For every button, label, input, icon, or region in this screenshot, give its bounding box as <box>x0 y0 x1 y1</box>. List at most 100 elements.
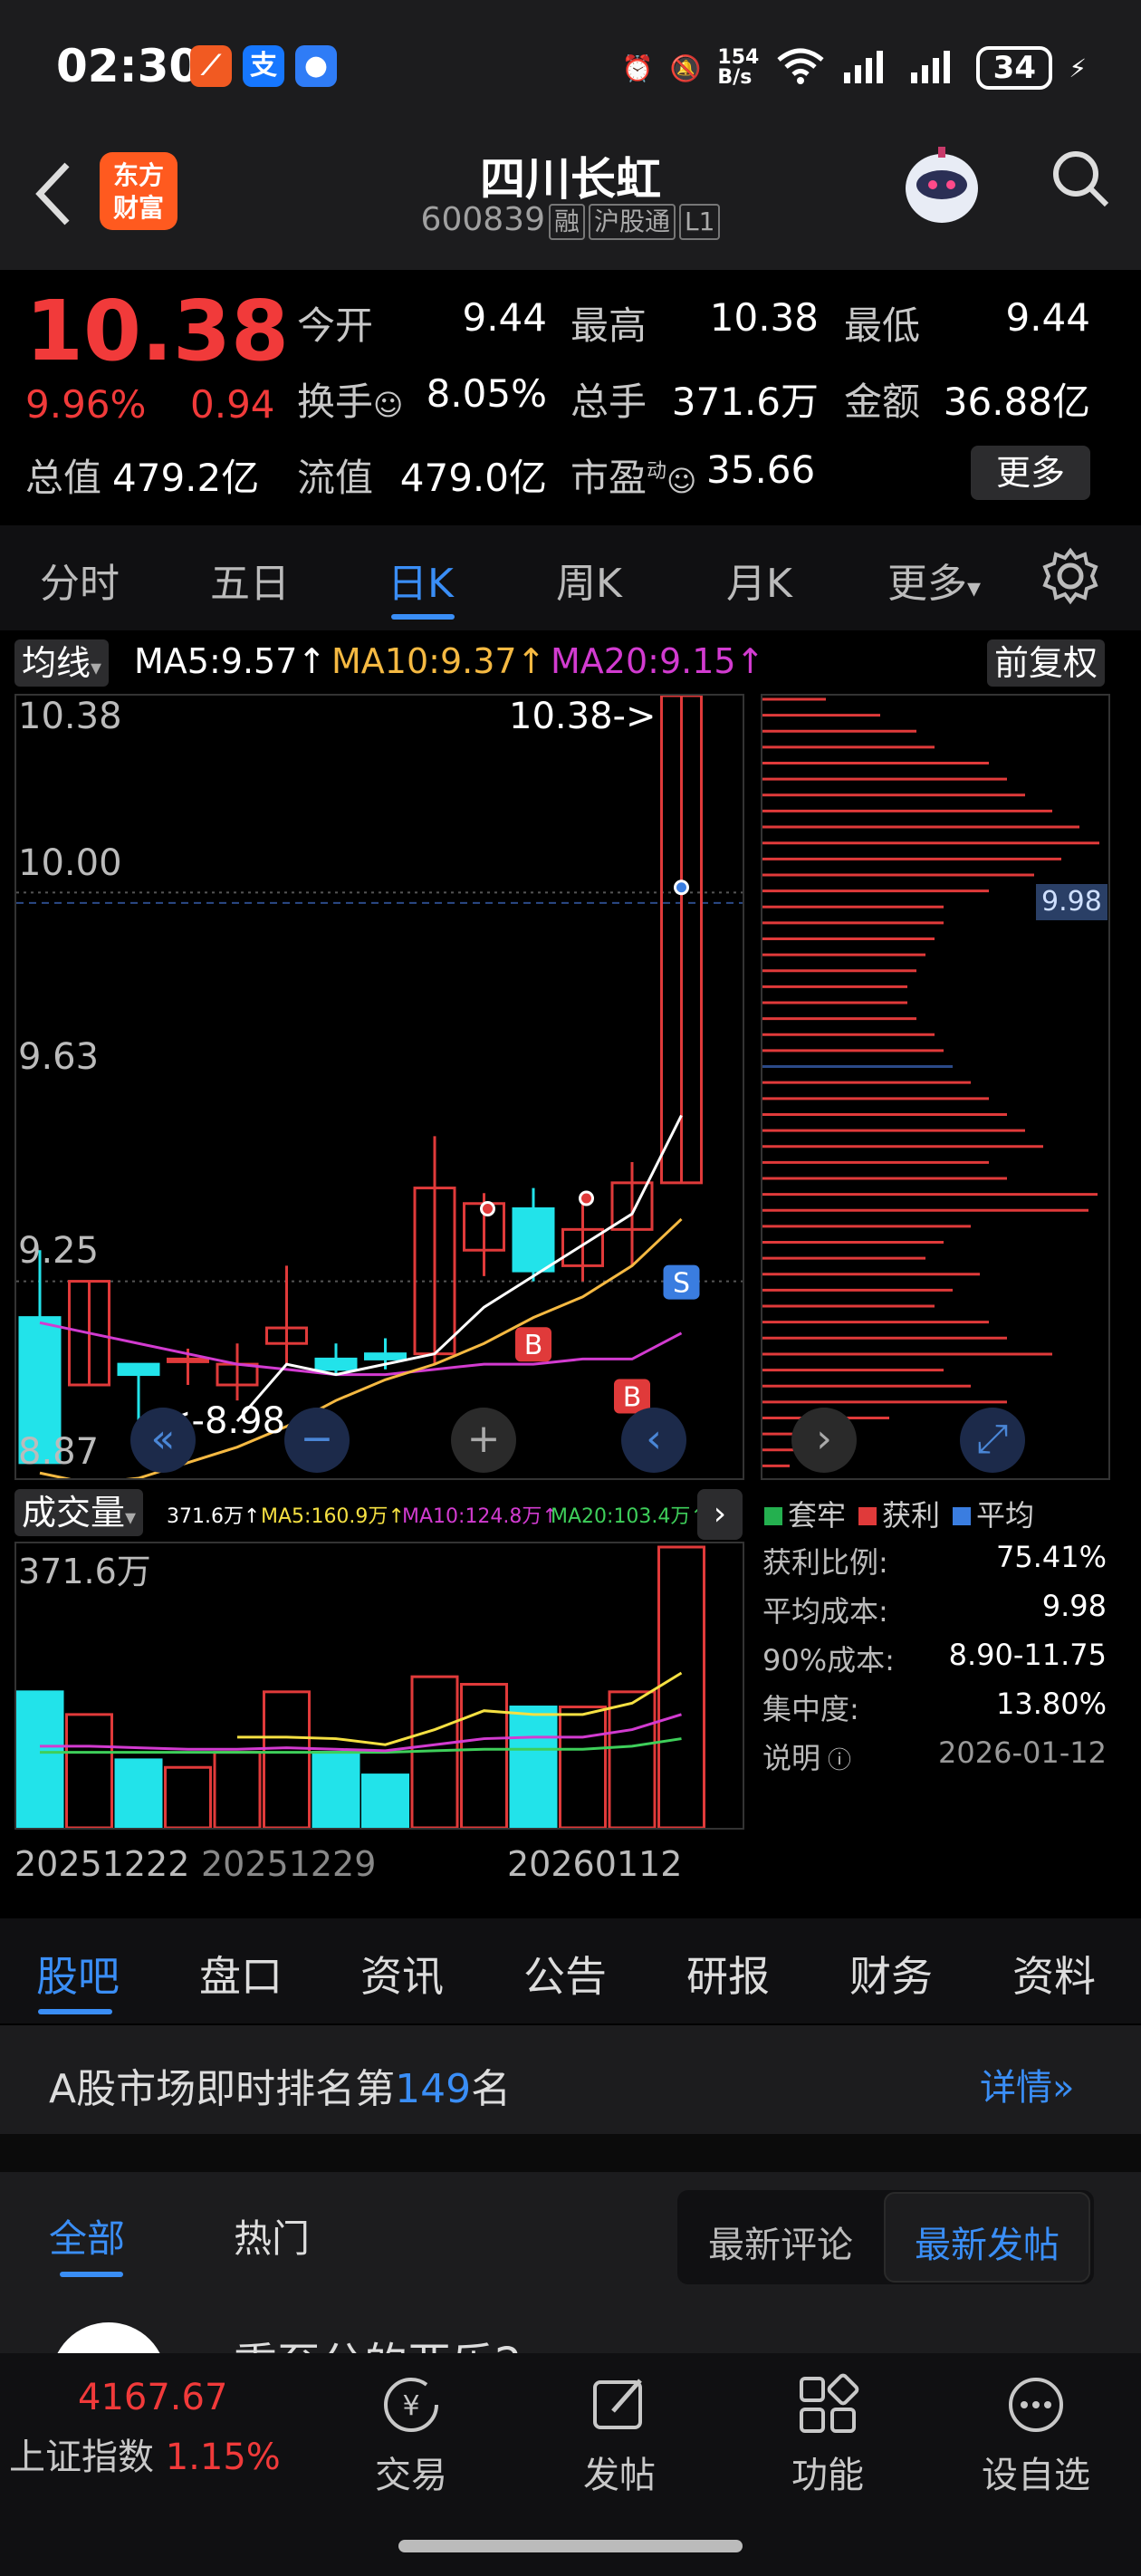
volume-selector[interactable]: 成交量▾ <box>14 1489 144 1536</box>
nav-watchlist[interactable]: 设自选 <box>973 2373 1099 2498</box>
tab-announcements[interactable]: 公告 <box>523 1944 607 2004</box>
status-icons: ⏰ 🔕 154 B/s 34 ⚡ <box>622 43 1087 92</box>
clock: 02:30 <box>56 40 201 92</box>
info-circle-icon[interactable]: ⓘ <box>828 1747 851 1774</box>
high-value: 10.38 <box>709 295 819 340</box>
kline-tabs: 分时 五日 日K 周K 月K 更多▾ <box>0 525 1141 630</box>
y-label-2: 10.00 <box>18 842 122 884</box>
tag-connect: 沪股通 <box>589 204 676 240</box>
y-label-min: 8.87 <box>18 1431 100 1473</box>
nav-trade[interactable]: ¥ 交易 <box>348 2373 475 2498</box>
feed-tab-all[interactable]: 全部 <box>49 2208 125 2264</box>
volume-bar-10 <box>509 1706 558 1830</box>
volume-bar-9 <box>460 1682 508 1830</box>
turnover-label: 换手☺ <box>297 380 404 424</box>
charging-icon: ⚡ <box>1069 53 1087 83</box>
svg-text:¥: ¥ <box>402 2390 419 2422</box>
event-dot-2 <box>579 1190 594 1206</box>
volume-ma10: MA10:124.8万↑ <box>402 1505 559 1528</box>
volume-ma10-line <box>40 1713 682 1753</box>
volume-bar-0 <box>15 1690 64 1830</box>
tab-profile[interactable]: 资料 <box>1012 1944 1096 2004</box>
zoom-out-icon[interactable]: − <box>284 1408 350 1473</box>
chip-next-icon[interactable]: › <box>791 1408 857 1473</box>
tab-intraday[interactable]: 分时 <box>40 551 120 609</box>
y-label-max: 10.38 <box>18 696 122 737</box>
volume-bar-3 <box>164 1765 212 1830</box>
nav-post[interactable]: 发帖 <box>556 2373 683 2498</box>
mcap-label: 总值 <box>25 456 102 500</box>
scroll-left-icon[interactable]: ‹ <box>621 1408 686 1473</box>
avg-price-dot <box>674 879 689 896</box>
message-icon: ● <box>295 45 337 87</box>
low-label: 最低 <box>844 303 921 348</box>
edit-icon <box>588 2373 651 2437</box>
tab-more[interactable]: 更多▾ <box>887 551 981 609</box>
expand-icon[interactable]: ⤢ <box>960 1408 1025 1473</box>
alarm-icon: ⏰ <box>621 53 654 83</box>
pe-value: 35.66 <box>706 447 816 492</box>
candle-body-3 <box>167 1357 209 1363</box>
candle-body-6 <box>314 1357 358 1371</box>
sort-latest-post[interactable]: 最新发帖 <box>915 2216 1060 2268</box>
volume-chart[interactable]: 371.6万 <box>14 1542 744 1830</box>
volume-bar-1 <box>65 1713 113 1830</box>
event-dot-1 <box>480 1200 495 1216</box>
kline-svg: B B S <box>16 694 743 1485</box>
volume-bar-11 <box>559 1706 607 1830</box>
pe-info-icon[interactable]: ☺ <box>666 464 696 498</box>
chevron-right-icon[interactable]: › <box>697 1489 743 1540</box>
stock-header: 东方 财富 四川长虹 600839 融沪股通 L1 <box>0 136 1141 270</box>
more-button[interactable]: 更多 <box>971 446 1090 500</box>
alipay-icon: 支 <box>243 45 284 87</box>
rank-detail-link[interactable]: 详情» <box>980 2058 1074 2110</box>
tab-daily-k[interactable]: 日K <box>388 551 454 609</box>
tab-orderbook[interactable]: 盘口 <box>199 1944 283 2004</box>
turnover-value: 8.05% <box>426 371 547 416</box>
tab-research[interactable]: 研报 <box>686 1944 770 2004</box>
adjust-button[interactable]: 前复权 <box>987 639 1106 687</box>
chip-distribution: 9.98 › ⤢ <box>761 694 1110 1480</box>
explain-row[interactable]: 说明 ⓘ 2026-01-12 <box>762 1735 1107 1777</box>
caret-down-icon: ▾ <box>967 572 982 604</box>
info-icon[interactable]: ☺ <box>373 388 403 422</box>
date-axis: 20251222 20251229 20260112 <box>14 1831 744 1918</box>
scroll-left-fast-icon[interactable]: « <box>130 1408 196 1473</box>
market-rank-banner[interactable]: A股市场即时排名第149名 详情» <box>0 2025 1141 2134</box>
index-value[interactable]: 4167.67 <box>78 2377 227 2418</box>
current-price: 10.38 <box>25 283 290 380</box>
sort-latest-comment[interactable]: 最新评论 <box>708 2216 853 2268</box>
content-tabs: 股吧 盘口 资讯 公告 研报 财务 资料 <box>0 1918 1141 2023</box>
feed-tab-hot[interactable]: 热门 <box>234 2208 310 2264</box>
ma5-readout: MA5:9.57↑ <box>134 641 327 681</box>
tab-finance[interactable]: 财务 <box>849 1944 933 2004</box>
active-content-tab-indicator <box>38 2009 112 2014</box>
tab-forum[interactable]: 股吧 <box>36 1944 120 2004</box>
app-notification-icon: ⟋ <box>190 45 232 87</box>
divider <box>0 2134 1141 2172</box>
kline-chart[interactable]: BBS 10.38 10.00 9.63 9.25 8.87 10.38-> <… <box>14 694 744 1485</box>
tab-five-day[interactable]: 五日 <box>210 551 290 609</box>
volume-value: 371.6万 <box>671 380 819 424</box>
nav-functions[interactable]: 功能 <box>764 2373 891 2498</box>
robot-assistant-icon[interactable] <box>896 143 987 234</box>
search-icon[interactable] <box>1049 147 1121 219</box>
quote-panel: 10.38 9.96% 0.94 总值 479.2亿 今开 9.44 最高 10… <box>0 270 1141 525</box>
volume-bar-6 <box>312 1751 360 1830</box>
candle-body-10 <box>512 1206 555 1273</box>
tab-monthly-k[interactable]: 月K <box>726 551 792 609</box>
index-name[interactable]: 上证指数 1.15% <box>9 2427 281 2480</box>
gear-icon[interactable] <box>1041 547 1105 610</box>
open-value: 9.44 <box>462 295 547 340</box>
y-label-3: 9.63 <box>18 1036 100 1078</box>
ma-selector[interactable]: 均线▾ <box>14 639 110 687</box>
signal-icon-1 <box>842 47 893 90</box>
marker-letter-2: S <box>673 1268 690 1300</box>
post-feed: 全部 热门 最新评论 最新发帖 重至分的亚乐2 <box>0 2172 1141 2438</box>
tab-weekly-k[interactable]: 周K <box>556 551 622 609</box>
volume-max-label: 371.6万 <box>18 1552 151 1591</box>
zoom-in-icon[interactable]: + <box>451 1408 516 1473</box>
legend-trapped: 套牢 <box>764 1493 846 1534</box>
status-bar: 02:30 ⟋ 支 ● ⏰ 🔕 154 B/s 34 ⚡ <box>0 0 1141 136</box>
tab-news[interactable]: 资讯 <box>360 1944 444 2004</box>
